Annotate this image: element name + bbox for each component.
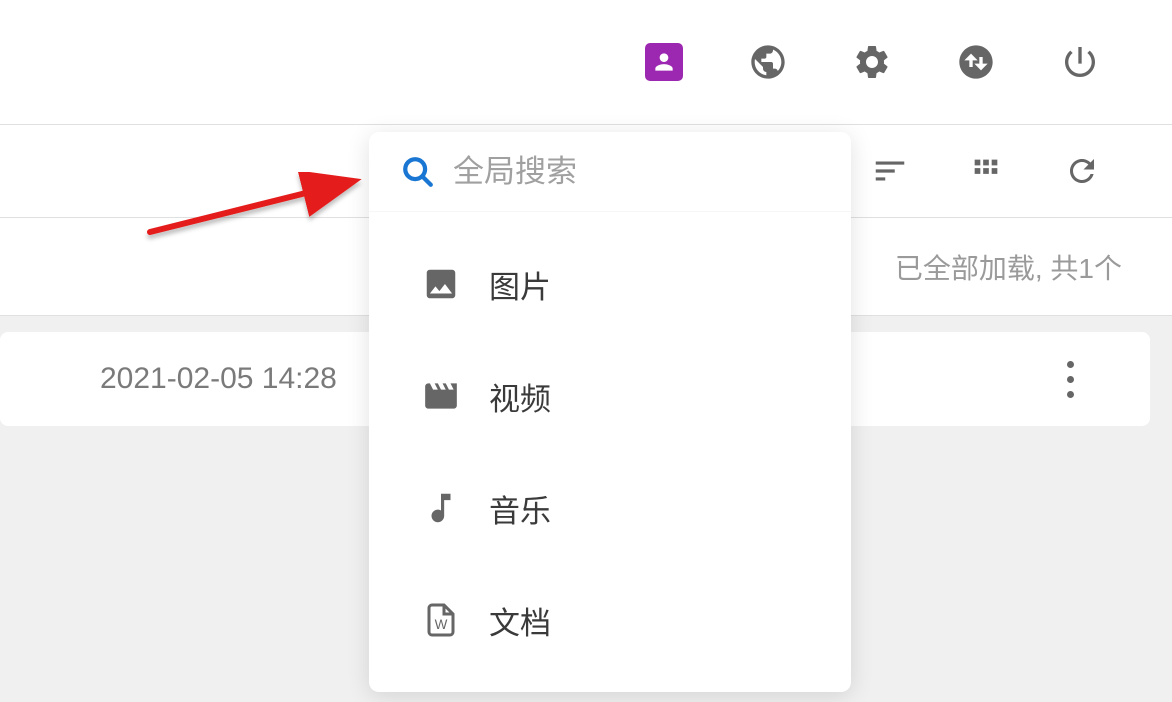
grid-icon — [969, 154, 1003, 188]
sort-icon — [871, 152, 909, 190]
power-icon — [1060, 42, 1100, 82]
refresh-icon — [1064, 153, 1100, 189]
app-header — [0, 0, 1172, 124]
power-button[interactable] — [1058, 40, 1102, 84]
image-icon — [421, 264, 461, 304]
item-date: 2021-02-05 14:28 — [100, 362, 337, 396]
more-vert-icon — [1067, 361, 1074, 368]
category-label: 图片 — [489, 262, 551, 307]
globe-icon — [748, 42, 788, 82]
view-button[interactable] — [966, 151, 1006, 191]
category-label: 文档 — [489, 598, 551, 643]
more-button[interactable] — [1050, 349, 1090, 409]
refresh-button[interactable] — [1062, 151, 1102, 191]
music-icon — [421, 488, 461, 528]
category-video[interactable]: 视频 — [369, 340, 851, 452]
gear-icon — [852, 42, 892, 82]
document-icon: W — [421, 600, 461, 640]
search-input[interactable] — [453, 154, 852, 190]
globe-button[interactable] — [746, 40, 790, 84]
account-button[interactable] — [642, 40, 686, 84]
category-image[interactable]: 图片 — [369, 228, 851, 340]
svg-text:W: W — [435, 617, 448, 632]
search-icon — [401, 155, 435, 189]
sort-button[interactable] — [870, 151, 910, 191]
category-document[interactable]: W 文档 — [369, 564, 851, 676]
category-music[interactable]: 音乐 — [369, 452, 851, 564]
loaded-status: 已全部加载, 共1个 — [895, 247, 1122, 287]
search-categories: 图片 视频 音乐 W — [369, 212, 851, 692]
transfer-button[interactable] — [954, 40, 998, 84]
category-label: 视频 — [489, 374, 551, 419]
video-icon — [421, 376, 461, 416]
swap-icon — [956, 42, 996, 82]
category-label: 音乐 — [489, 486, 551, 531]
settings-button[interactable] — [850, 40, 894, 84]
search-header — [369, 132, 851, 212]
account-icon — [645, 43, 683, 81]
search-panel: 图片 视频 音乐 W — [369, 132, 851, 692]
